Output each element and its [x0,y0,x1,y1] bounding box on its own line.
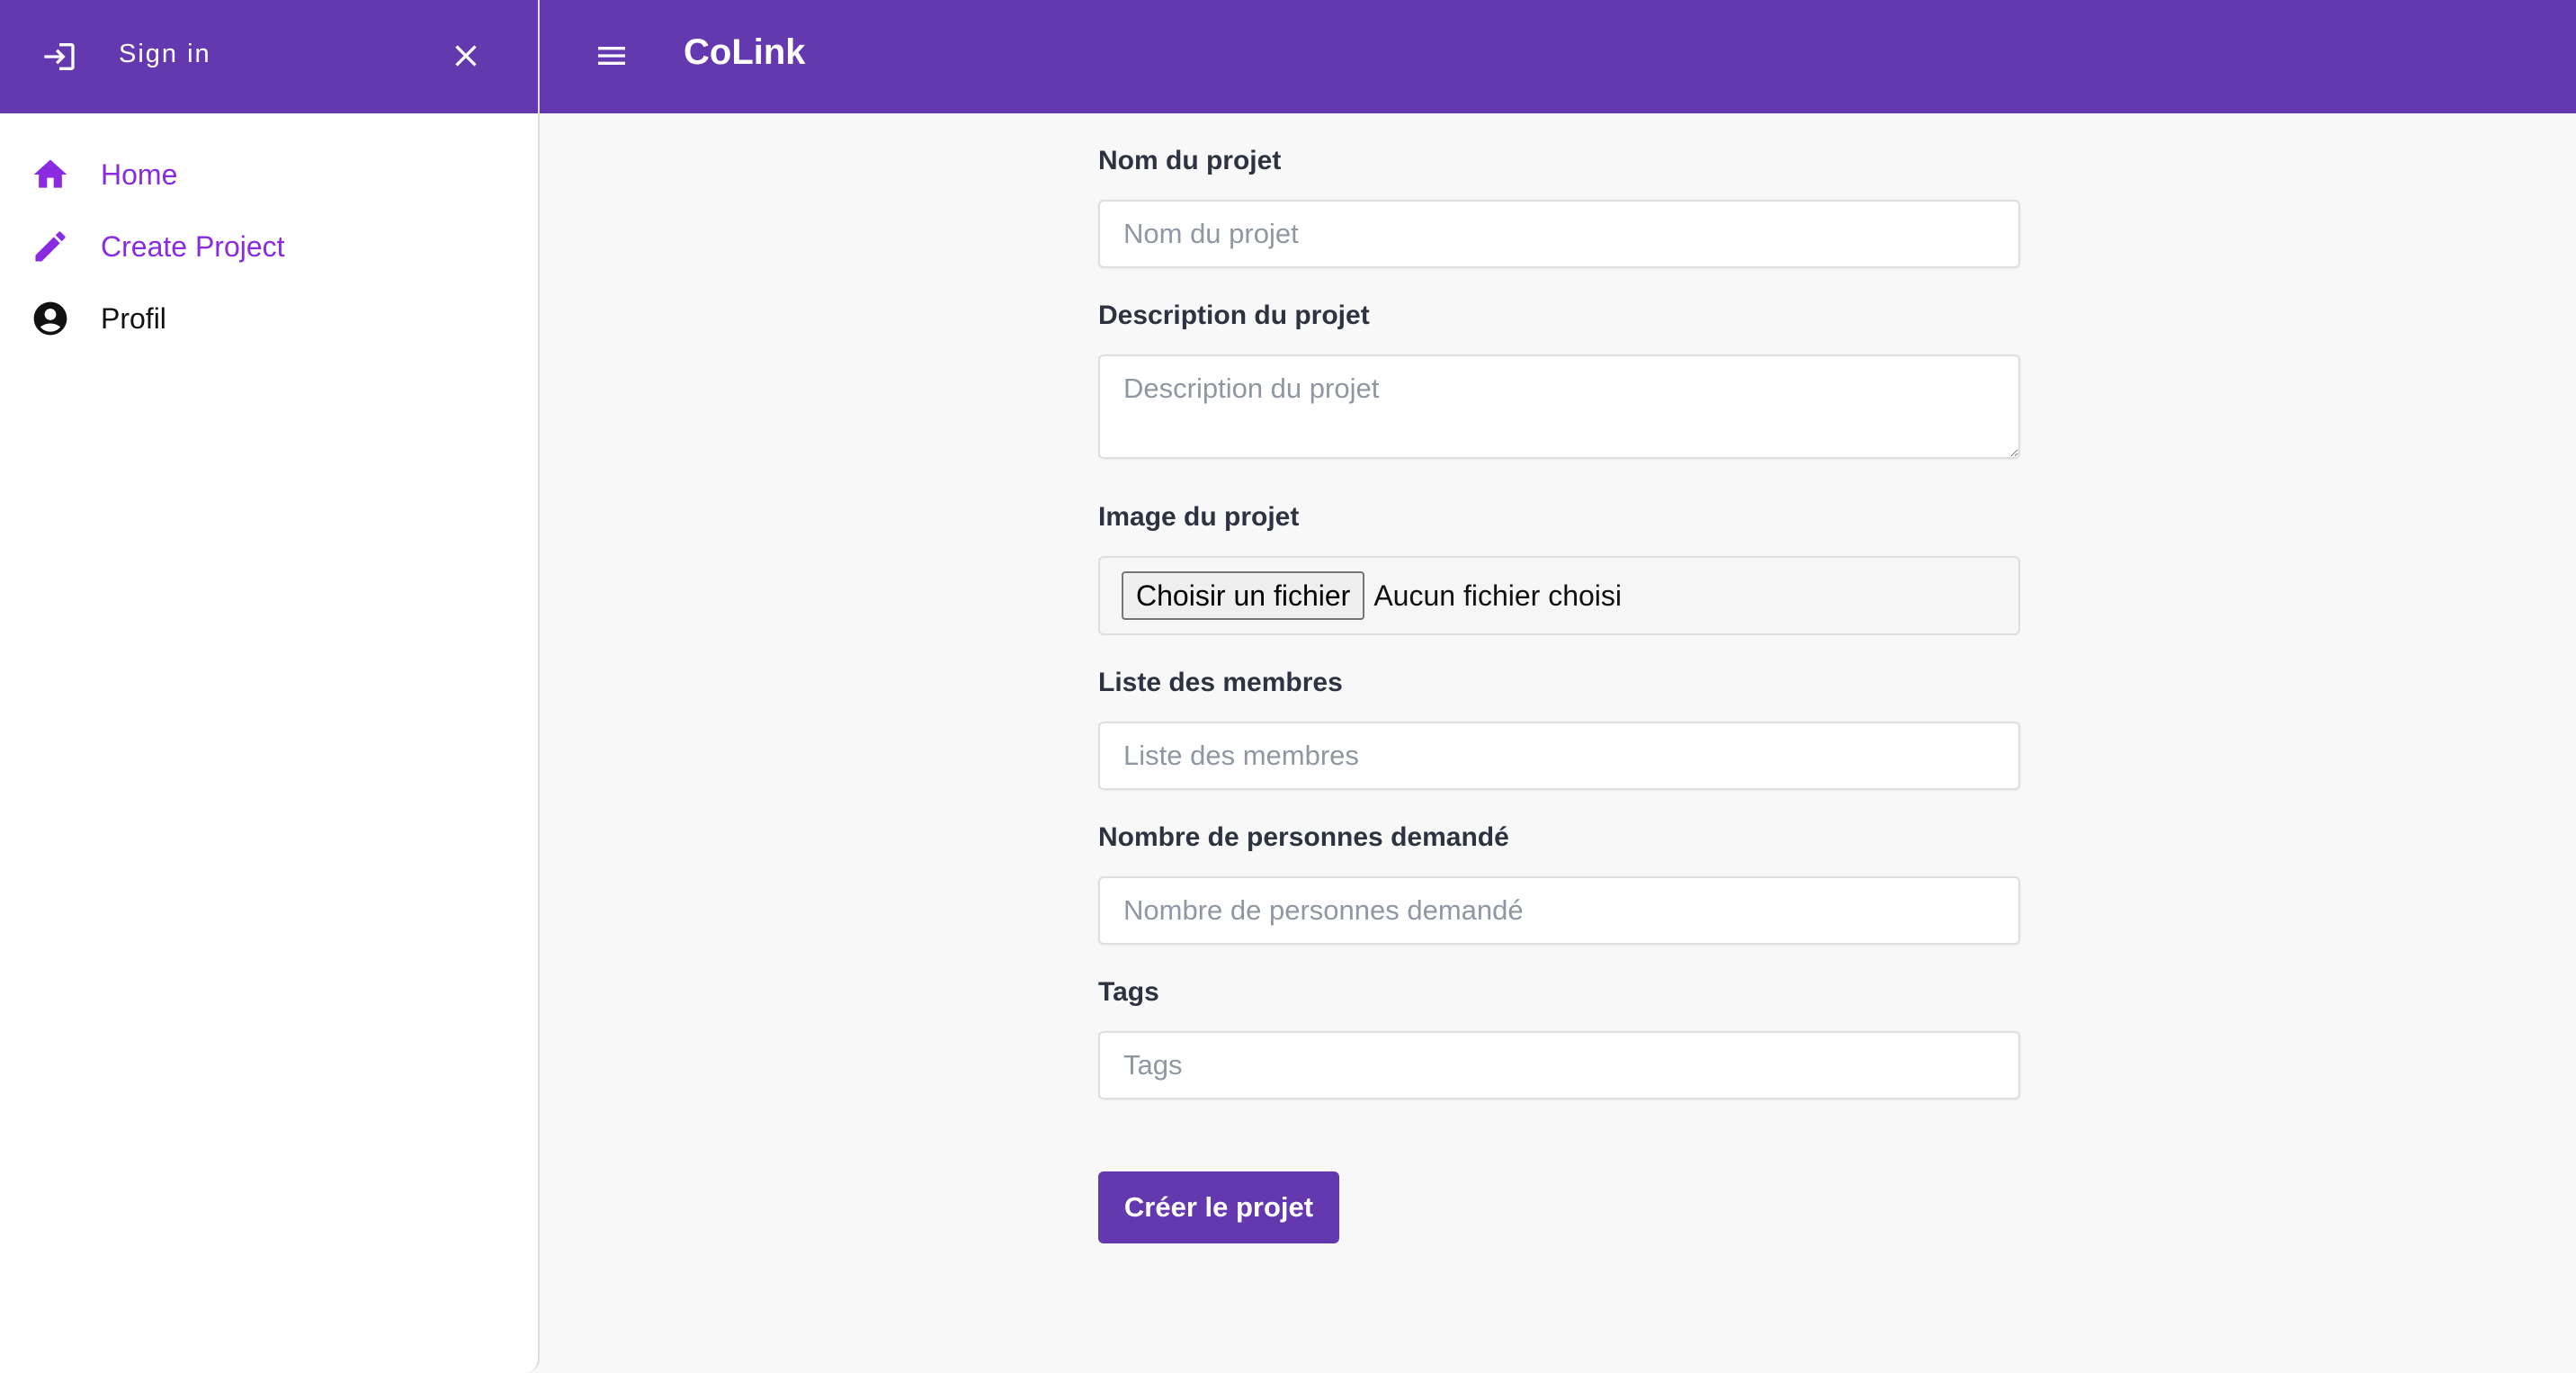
sidebar-drawer: Sign in Home Create Project Profil [0,0,540,1373]
sidebar-item-label: Create Project [101,229,285,263]
project-description-label: Description du projet [1098,301,1370,330]
account-circle-icon [33,301,67,336]
tags-input[interactable] [1098,1031,2020,1099]
sidebar-item-label: Home [101,157,178,191]
sidebar-nav: Home Create Project Profil [0,113,538,354]
people-count-input[interactable] [1098,876,2020,945]
create-project-button[interactable]: Créer le projet [1098,1171,1339,1243]
home-icon [33,159,67,188]
pencil-icon [35,231,66,262]
people-count-label: Nombre de personnes demandé [1098,822,1509,852]
file-status-text: Aucun fichier choisi [1373,579,1622,612]
members-list-label: Liste des membres [1098,668,1343,697]
sidebar-item-create-project[interactable]: Create Project [0,211,538,283]
hamburger-menu-icon[interactable] [592,38,631,74]
sidebar-item-profil[interactable]: Profil [0,283,538,354]
close-icon[interactable] [448,38,484,74]
tags-label: Tags [1098,977,1159,1007]
project-name-label: Nom du projet [1098,146,1282,175]
project-image-label: Image du projet [1098,502,1300,532]
sidebar-item-home[interactable]: Home [0,139,538,211]
top-app-bar: CoLink [540,0,2576,113]
app-title: CoLink [684,32,806,72]
choose-file-button[interactable]: Choisir un fichier [1122,571,1365,620]
sidebar-header: Sign in [0,0,538,113]
login-icon[interactable] [41,39,77,75]
members-list-input[interactable] [1098,722,2020,790]
sidebar-item-label: Profil [101,301,166,335]
sign-in-link[interactable]: Sign in [119,40,211,69]
file-input[interactable]: Choisir un fichier Aucun fichier choisi [1098,556,2020,635]
project-name-input[interactable] [1098,200,2020,268]
project-description-textarea[interactable] [1098,354,2020,459]
